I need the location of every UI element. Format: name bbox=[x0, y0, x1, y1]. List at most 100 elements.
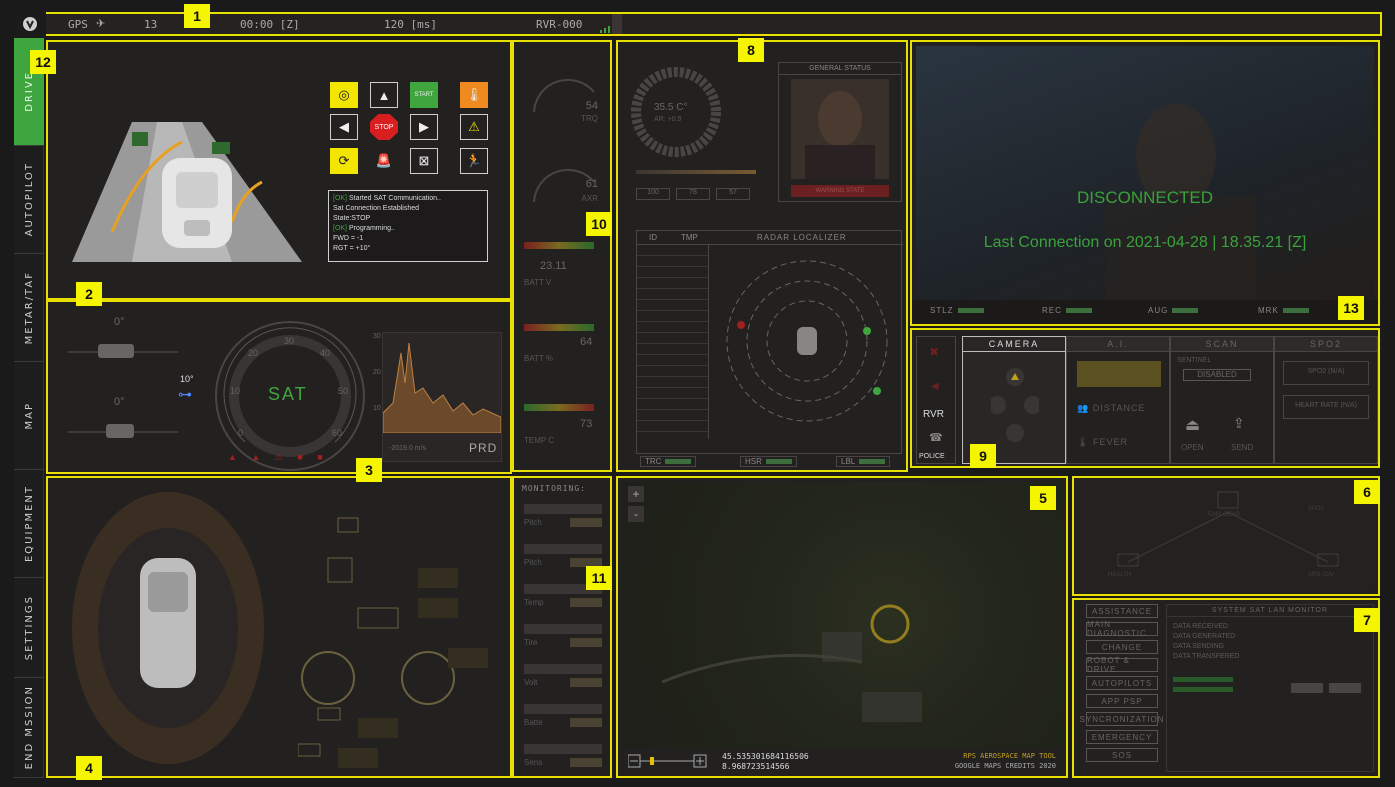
system-meter bbox=[1173, 677, 1233, 682]
warning-button[interactable]: ⚠ bbox=[460, 114, 488, 140]
stop-button[interactable]: STOP bbox=[370, 114, 398, 140]
equip-label: ARS-1DV bbox=[1308, 572, 1335, 578]
monitor-bar bbox=[524, 664, 602, 674]
zoom-out-button[interactable]: - bbox=[628, 506, 644, 522]
system-button[interactable]: CHANGE bbox=[1086, 640, 1158, 654]
sidebar-item-map[interactable]: MAP bbox=[14, 362, 44, 470]
system-action[interactable] bbox=[1329, 683, 1361, 693]
small-box-2: 78 bbox=[676, 188, 710, 200]
camera-state: DISCONNECTED bbox=[1076, 188, 1213, 207]
arrow-left-button[interactable]: ◀ bbox=[330, 114, 358, 140]
sidebar-item-autopilot[interactable]: AUTOPILOT bbox=[14, 146, 44, 254]
progress-bar bbox=[636, 170, 756, 174]
sidebar-item-equipment[interactable]: EQUIPMENT bbox=[14, 470, 44, 578]
log-line: [OK] Started SAT Communication.. bbox=[333, 195, 441, 202]
equip-label: HEALTH bbox=[1108, 572, 1132, 578]
topbar-separator bbox=[612, 14, 622, 34]
open-button[interactable]: OPEN bbox=[1181, 443, 1204, 452]
cancel-button[interactable]: ⊠ bbox=[410, 148, 438, 174]
footer-lbl[interactable]: LBL bbox=[836, 456, 891, 467]
gauge-label: BATT V bbox=[524, 278, 552, 287]
general-status-card: GENERAL STATUS WARNING STATE bbox=[778, 62, 902, 202]
log-line: State:STOP bbox=[333, 215, 371, 222]
system-button[interactable]: EMERGENCY bbox=[1086, 730, 1158, 744]
rover-id: RVR-000 bbox=[536, 18, 583, 31]
thermometer-button[interactable]: 🌡 bbox=[460, 82, 488, 108]
footer-trc[interactable]: TRC bbox=[640, 456, 697, 467]
person-running-button[interactable]: 🏃 bbox=[460, 148, 488, 174]
gauge-label: BATT % bbox=[524, 354, 554, 363]
system-button[interactable]: MAIN DIAGNOSTIC bbox=[1086, 620, 1158, 638]
sidebar-item-settings[interactable]: SETTINGS bbox=[14, 578, 44, 678]
tab-label: A.I. bbox=[1067, 337, 1169, 352]
footer-aug[interactable]: AUG bbox=[1148, 306, 1199, 315]
gauge-label: TEMP C bbox=[524, 436, 555, 445]
logo-icon[interactable] bbox=[14, 12, 46, 36]
log-line: RGT = +10° bbox=[333, 245, 371, 252]
radio-button[interactable]: ◎ bbox=[330, 82, 358, 108]
system-monitor: SYSTEM SAT LAN MONITOR DATA RECEIVED DAT… bbox=[1166, 604, 1374, 772]
monitor-label: Volt bbox=[524, 678, 538, 687]
sidebar-item-metar-taf[interactable]: METAR/TAF bbox=[14, 254, 44, 362]
tab-scan[interactable]: SCAN SENTINEL DISABLED ⏏ OPEN ⇪ SEND bbox=[1170, 336, 1274, 464]
tab-spo2[interactable]: SPO2 SPO2 (N/A) HEART RATE (N/A) bbox=[1274, 336, 1378, 464]
badge-7: 7 bbox=[1354, 608, 1380, 632]
rvr-button[interactable]: RVR bbox=[923, 409, 944, 420]
map-lon: 8.968723514566 bbox=[722, 762, 790, 771]
system-button[interactable]: APP PSP bbox=[1086, 694, 1158, 708]
badge-1: 1 bbox=[184, 4, 210, 28]
system-button[interactable]: SOS bbox=[1086, 748, 1158, 762]
sidebar-item-label: MAP bbox=[23, 401, 35, 430]
system-monitor-title: SYSTEM SAT LAN MONITOR bbox=[1167, 605, 1373, 617]
eject-icon[interactable]: ⏏ bbox=[1185, 415, 1200, 435]
send-button[interactable]: SEND bbox=[1231, 443, 1253, 452]
arrow-right-button[interactable]: ▶ bbox=[410, 114, 438, 140]
distance-toggle[interactable]: 👥 DISTANCE bbox=[1077, 403, 1146, 414]
monitor-value bbox=[570, 598, 602, 607]
siren-button[interactable]: 🚨 bbox=[370, 148, 398, 174]
camera-panel: DISCONNECTED Last Connection on 2021-04-… bbox=[910, 40, 1380, 326]
status-icons: ▲ ▲ ⚠ ■ ■ bbox=[228, 452, 329, 462]
graph-tick: 20 bbox=[373, 369, 381, 376]
system-button[interactable]: ASSISTANCE bbox=[1086, 604, 1158, 618]
sidebar: DRIVE AUTOPILOT METAR/TAF MAP EQUIPMENT … bbox=[14, 38, 44, 778]
sidebar-item-label: AUTOPILOT bbox=[23, 162, 35, 237]
monitor-bar bbox=[524, 544, 602, 554]
gps-label: GPS bbox=[68, 18, 88, 31]
monitor-label: Tire bbox=[524, 638, 538, 647]
zoom-in-button[interactable]: + bbox=[628, 486, 644, 502]
system-button[interactable]: ROBOT & DRIVE bbox=[1086, 656, 1158, 674]
footer-mrk[interactable]: MRK bbox=[1258, 306, 1309, 315]
footer-rec[interactable]: REC bbox=[1042, 306, 1092, 315]
map-panel: + - 45.535301684116506 8.968723514566 RP… bbox=[616, 476, 1068, 778]
system-button[interactable]: AUTOPILOTS bbox=[1086, 676, 1158, 690]
satellite-map[interactable] bbox=[622, 482, 1066, 748]
monitor-label: Temp bbox=[524, 598, 544, 607]
gauge-value: 54 bbox=[585, 100, 598, 112]
tab-ai[interactable]: A.I. 👥 DISTANCE 🌡 FEVER bbox=[1066, 336, 1170, 464]
start-button[interactable]: START bbox=[410, 82, 438, 108]
footer-hsr[interactable]: HSR bbox=[740, 456, 797, 467]
police-button[interactable]: POLICE bbox=[919, 453, 945, 460]
rotate-button[interactable]: ⟳ bbox=[330, 148, 358, 174]
system-action[interactable] bbox=[1291, 683, 1323, 693]
camera-dpad[interactable] bbox=[988, 365, 1042, 443]
trq-gauge: 54 TRQ bbox=[524, 52, 604, 132]
warning-state-button[interactable]: WARNING STATE bbox=[791, 185, 889, 197]
scan-status[interactable]: DISABLED bbox=[1183, 369, 1251, 381]
system-row: DATA GENERATED bbox=[1173, 633, 1236, 640]
tent-button[interactable]: ▲ bbox=[370, 82, 398, 108]
system-button[interactable]: SYNCRONIZATION bbox=[1080, 712, 1163, 726]
gauge-value: 61 bbox=[585, 178, 598, 190]
fever-toggle[interactable]: 🌡 FEVER bbox=[1077, 437, 1128, 448]
graph-mode[interactable]: PRD bbox=[469, 441, 497, 455]
badge-2: 2 bbox=[76, 282, 102, 306]
badge-13: 13 bbox=[1338, 296, 1364, 320]
map-zoom-slider[interactable] bbox=[627, 754, 708, 768]
footer-stlz[interactable]: STLZ bbox=[930, 306, 984, 315]
upload-icon[interactable]: ⇪ bbox=[1233, 415, 1245, 432]
sidebar-item-end-mission[interactable]: END MSSION bbox=[14, 678, 44, 778]
rover-3d-view bbox=[72, 102, 302, 262]
alert-icon[interactable]: ✖ bbox=[929, 345, 939, 359]
radar-header: ID TMP RADAR LOCALIZER bbox=[637, 231, 903, 245]
